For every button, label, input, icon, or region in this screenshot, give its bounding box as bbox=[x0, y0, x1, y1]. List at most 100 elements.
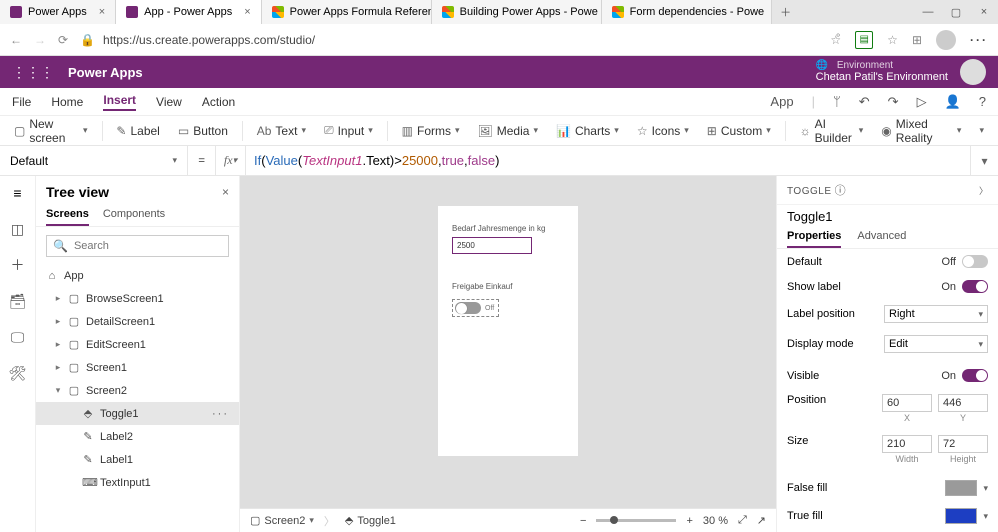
input-button[interactable]: ⎚Input▾ bbox=[318, 120, 379, 141]
formula-expand-button[interactable]: ▾ bbox=[970, 146, 998, 175]
favorites-bar-icon[interactable]: ☆ bbox=[887, 33, 898, 47]
undo-icon[interactable]: ↶ bbox=[859, 94, 870, 110]
tree-item[interactable]: ⬘Toggle1··· bbox=[36, 402, 239, 425]
new-tab-button[interactable]: ＋ bbox=[772, 0, 800, 24]
label-button[interactable]: ✎Label bbox=[110, 121, 165, 141]
props-tab-advanced[interactable]: Advanced bbox=[857, 230, 906, 248]
canvas-toggle1[interactable]: Off bbox=[452, 299, 499, 317]
browser-tab[interactable]: Power Apps Formula Referen × bbox=[262, 0, 432, 24]
chevron-right-icon[interactable]: 〉 bbox=[979, 184, 988, 197]
minimize-button[interactable]: — bbox=[914, 0, 942, 24]
chevron-right-icon[interactable]: ▸ bbox=[54, 362, 62, 373]
menu-file[interactable]: File bbox=[12, 95, 31, 109]
toggle-default[interactable] bbox=[962, 255, 988, 268]
canvas-label2[interactable]: Freigabe Einkauf bbox=[452, 282, 564, 291]
tree-search-input[interactable] bbox=[74, 240, 222, 252]
tree-search[interactable]: 🔍 bbox=[46, 235, 229, 257]
close-icon[interactable]: × bbox=[222, 185, 229, 199]
forms-button[interactable]: ▥Forms▾ bbox=[396, 121, 466, 141]
chevron-down-icon[interactable]: ▾ bbox=[983, 483, 988, 494]
menu-app[interactable]: App bbox=[770, 94, 793, 109]
menu-insert[interactable]: Insert bbox=[103, 93, 136, 111]
person-icon[interactable]: 👤 bbox=[945, 94, 961, 110]
new-screen-button[interactable]: ▢New screen▾ bbox=[8, 114, 94, 148]
canvas-label1[interactable]: Bedarf Jahresmenge in kg bbox=[452, 224, 564, 233]
toggle-show-label[interactable] bbox=[962, 280, 988, 293]
chevron-down-icon[interactable]: ▾ bbox=[983, 511, 988, 522]
more-icon[interactable]: ··· bbox=[970, 33, 988, 47]
maximize-button[interactable]: ▢ bbox=[942, 0, 970, 24]
input-y[interactable]: 446 bbox=[938, 394, 988, 412]
rail-data-icon[interactable]: 🗃 bbox=[9, 292, 27, 310]
tree-app-root[interactable]: ⌂ App bbox=[36, 265, 239, 287]
tree-item[interactable]: ✎Label2 bbox=[36, 425, 239, 448]
input-height[interactable]: 72 bbox=[938, 435, 988, 453]
close-icon[interactable]: × bbox=[244, 6, 250, 18]
popout-icon[interactable]: ↗ bbox=[757, 514, 766, 527]
chevron-right-icon[interactable]: ▸ bbox=[54, 316, 62, 327]
favorite-icon[interactable]: ☆̊ bbox=[830, 33, 841, 47]
tree-tab-components[interactable]: Components bbox=[103, 208, 165, 226]
fit-icon[interactable]: ⤢ bbox=[738, 514, 747, 527]
forward-icon[interactable]: → bbox=[34, 33, 46, 47]
text-button[interactable]: AbText▾ bbox=[251, 121, 312, 141]
url-input[interactable] bbox=[103, 33, 818, 47]
color-true-fill[interactable] bbox=[945, 508, 977, 524]
tree-item[interactable]: ▸▢DetailScreen1 bbox=[36, 310, 239, 333]
browser-tab[interactable]: Power Apps × bbox=[0, 0, 116, 24]
redo-icon[interactable]: ↷ bbox=[888, 94, 899, 110]
collections-icon[interactable]: ⊞ bbox=[912, 33, 922, 47]
rail-media-icon[interactable]: 🖵 bbox=[9, 328, 27, 346]
select-display-mode[interactable]: Edit▾ bbox=[884, 335, 988, 353]
menu-action[interactable]: Action bbox=[202, 95, 235, 109]
tree-item[interactable]: ⌨TextInput1 bbox=[36, 471, 239, 494]
user-avatar[interactable] bbox=[960, 59, 986, 85]
waffle-icon[interactable]: ⋮⋮⋮ bbox=[12, 64, 54, 81]
rail-add-icon[interactable]: ＋ bbox=[9, 256, 27, 274]
canvas-textinput1[interactable] bbox=[452, 237, 532, 254]
menu-view[interactable]: View bbox=[156, 95, 182, 109]
help-icon[interactable]: ? bbox=[979, 94, 986, 109]
custom-button[interactable]: ⊞Custom▾ bbox=[701, 121, 777, 141]
mixed-reality-button[interactable]: ◉Mixed Reality▾ bbox=[875, 114, 967, 148]
property-selector[interactable]: Default ▾ bbox=[0, 146, 188, 175]
tree-item[interactable]: ▸▢Screen1 bbox=[36, 356, 239, 379]
select-label-position[interactable]: Right▾ bbox=[884, 305, 988, 323]
media-button[interactable]: 🖼Media▾ bbox=[472, 121, 544, 141]
button-button[interactable]: ▭Button bbox=[172, 121, 234, 141]
environment-name[interactable]: Chetan Patil's Environment bbox=[816, 71, 948, 83]
back-icon[interactable]: ← bbox=[10, 33, 22, 47]
tree-item[interactable]: ▸▢EditScreen1 bbox=[36, 333, 239, 356]
more-icon[interactable]: ··· bbox=[212, 408, 229, 420]
icons-button[interactable]: ☆Icons▾ bbox=[631, 121, 695, 141]
chevron-right-icon[interactable]: ▸ bbox=[54, 293, 62, 304]
rail-tree-icon[interactable]: ◫ bbox=[9, 220, 27, 238]
formula-input[interactable]: If(Value(TextInput1.Text)>25000,true,fal… bbox=[246, 146, 970, 175]
browser-tab[interactable]: Building Power Apps - Powe × bbox=[432, 0, 602, 24]
browser-tab[interactable]: Form dependencies - Powe × bbox=[602, 0, 772, 24]
tree-item[interactable]: ▸▢BrowseScreen1 bbox=[36, 287, 239, 310]
tree-tab-screens[interactable]: Screens bbox=[46, 208, 89, 226]
zoom-out-button[interactable]: − bbox=[580, 515, 586, 527]
props-tab-properties[interactable]: Properties bbox=[787, 230, 841, 248]
slider-knob[interactable] bbox=[610, 516, 618, 524]
zoom-slider[interactable] bbox=[596, 519, 676, 522]
profile-avatar[interactable] bbox=[936, 30, 956, 50]
tree-item[interactable]: ▾▢Screen2 bbox=[36, 379, 239, 402]
ai-builder-button[interactable]: ☼AI Builder▾ bbox=[794, 114, 870, 148]
menu-home[interactable]: Home bbox=[51, 95, 83, 109]
color-false-fill[interactable] bbox=[945, 480, 977, 496]
chevron-down-icon[interactable]: ▾ bbox=[54, 385, 62, 396]
input-x[interactable]: 60 bbox=[882, 394, 932, 412]
canvas-screen[interactable]: Bedarf Jahresmenge in kg Freigabe Einkau… bbox=[438, 206, 578, 456]
canvas-stage[interactable]: Bedarf Jahresmenge in kg Freigabe Einkau… bbox=[240, 176, 776, 508]
browser-tab[interactable]: App - Power Apps × bbox=[116, 0, 262, 24]
toggle-visible[interactable] bbox=[962, 369, 988, 382]
tree-item[interactable]: ✎Label1 bbox=[36, 448, 239, 471]
input-width[interactable]: 210 bbox=[882, 435, 932, 453]
app-shortcut-icon[interactable]: ▤ bbox=[855, 31, 873, 49]
play-icon[interactable]: ▷ bbox=[917, 94, 927, 110]
zoom-in-button[interactable]: + bbox=[686, 515, 692, 527]
refresh-icon[interactable]: ⟳ bbox=[58, 33, 68, 47]
footer-screen-selector[interactable]: ▢Screen2▾ bbox=[250, 514, 314, 527]
